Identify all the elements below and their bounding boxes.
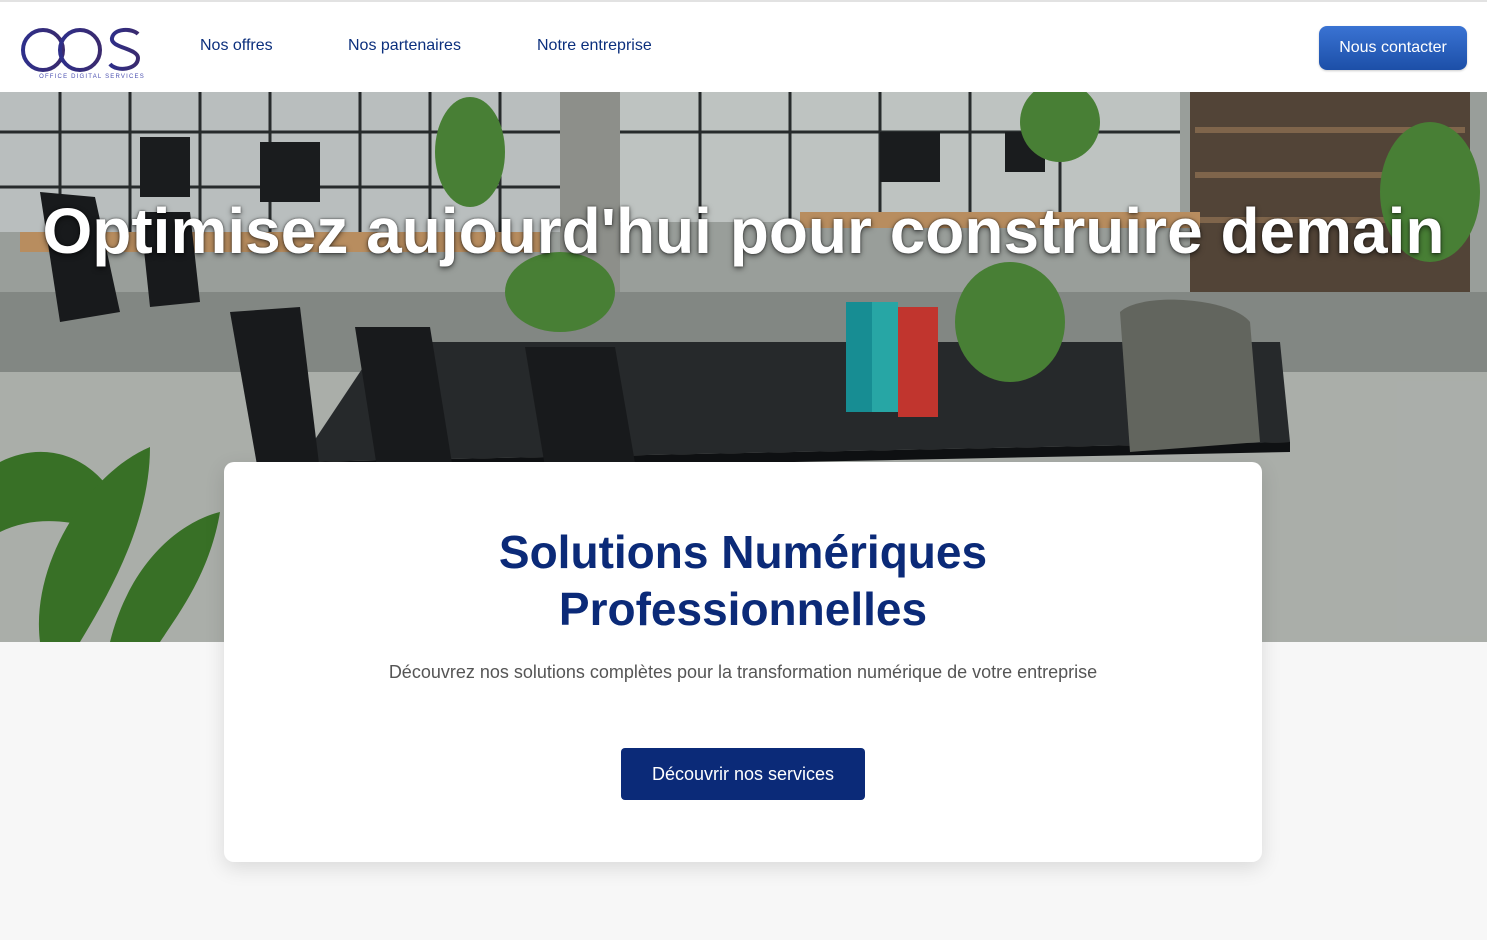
- services-card: Solutions Numériques Professionnelles Dé…: [224, 462, 1262, 862]
- nav-link-entreprise[interactable]: Notre entreprise: [537, 37, 652, 55]
- site-logo[interactable]: OFFICE DIGITAL SERVICES: [20, 10, 144, 84]
- nav-link-offres[interactable]: Nos offres: [200, 37, 273, 55]
- card-title: Solutions Numériques Professionnelles: [224, 524, 1262, 638]
- card-description: Découvrez nos solutions complètes pour l…: [388, 662, 1098, 682]
- logo-mark-icon: [21, 14, 141, 72]
- card-title-line1: Solutions Numériques: [498, 526, 988, 578]
- site-header: OFFICE DIGITAL SERVICES Nos offres Nos p…: [0, 0, 1487, 92]
- page: OFFICE DIGITAL SERVICES Nos offres Nos p…: [0, 0, 1487, 940]
- discover-services-button[interactable]: Découvrir nos services: [621, 748, 865, 800]
- card-title-line2: Professionnelles: [558, 583, 928, 635]
- hero-title: Optimisez aujourd'hui pour construire de…: [42, 195, 1445, 267]
- nav-link-partenaires[interactable]: Nos partenaires: [348, 37, 461, 55]
- contact-button[interactable]: Nous contacter: [1319, 26, 1467, 70]
- logo-tagline: OFFICE DIGITAL SERVICES: [39, 74, 145, 80]
